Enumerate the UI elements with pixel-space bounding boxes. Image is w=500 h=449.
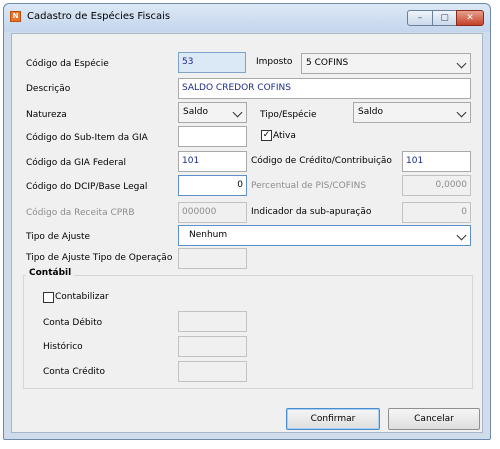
descricao-field[interactable]: SALDO CREDOR COFINS bbox=[178, 78, 471, 99]
close-button[interactable]: ✕ bbox=[456, 10, 484, 26]
chevron-down-icon bbox=[456, 230, 467, 241]
percentual-label: Percentual de PIS/COFINS bbox=[251, 181, 367, 191]
window-title: Cadastro de Espécies Fiscais bbox=[27, 11, 171, 22]
historico-label: Histórico bbox=[43, 342, 83, 352]
gia-federal-label: Código da GIA Federal bbox=[26, 158, 127, 168]
conta-debito-field[interactable] bbox=[178, 311, 247, 332]
cancel-button[interactable]: Cancelar bbox=[388, 408, 480, 430]
codigo-especie-label: Código da Espécie bbox=[26, 59, 109, 69]
tipo-ajuste-operacao-field[interactable] bbox=[178, 248, 247, 269]
natureza-label: Natureza bbox=[26, 110, 67, 120]
conta-credito-field[interactable] bbox=[178, 361, 247, 382]
minimize-button[interactable]: – bbox=[407, 10, 433, 26]
natureza-value: Saldo bbox=[183, 107, 208, 117]
maximize-button[interactable]: ▢ bbox=[432, 10, 457, 26]
gia-federal-field[interactable]: 101 bbox=[178, 151, 247, 172]
imposto-select[interactable]: 5 COFINS bbox=[301, 53, 471, 74]
dcip-label: Código do DCIP/Base Legal bbox=[26, 182, 148, 192]
historico-field[interactable] bbox=[178, 336, 247, 357]
sub-item-gia-field[interactable] bbox=[178, 126, 247, 147]
dialog-window: N Cadastro de Espécies Fiscais – ▢ ✕ Cód… bbox=[3, 3, 491, 440]
ativa-checkbox[interactable]: ✓ bbox=[261, 130, 272, 141]
contabilizar-checkbox[interactable] bbox=[43, 292, 54, 303]
imposto-value: 5 COFINS bbox=[306, 58, 349, 68]
natureza-select[interactable]: Saldo bbox=[178, 102, 247, 123]
credito-contribuicao-field[interactable]: 101 bbox=[402, 151, 471, 172]
sub-apuracao-field[interactable]: 0 bbox=[402, 202, 471, 223]
app-icon: N bbox=[10, 11, 21, 22]
checkmark-icon: ✓ bbox=[262, 130, 271, 140]
confirm-button[interactable]: Confirmar bbox=[286, 408, 380, 430]
credito-contribuicao-label: Código de Crédito/Contribuição bbox=[251, 156, 392, 166]
close-icon: ✕ bbox=[466, 13, 474, 23]
dcip-field[interactable]: 0 bbox=[178, 175, 247, 196]
receita-cprb-label: Código da Receita CPRB bbox=[26, 208, 135, 218]
imposto-label: Imposto bbox=[256, 57, 293, 67]
tipo-especie-select[interactable]: Saldo bbox=[353, 102, 471, 123]
chevron-down-icon bbox=[456, 58, 467, 69]
tipo-especie-value: Saldo bbox=[358, 107, 383, 117]
tipo-ajuste-operacao-label: Tipo de Ajuste Tipo de Operação bbox=[26, 253, 173, 263]
tipo-ajuste-label: Tipo de Ajuste bbox=[26, 232, 91, 242]
codigo-especie-field[interactable]: 53 bbox=[178, 52, 246, 73]
sub-apuracao-label: Indicador da sub-apuração bbox=[251, 207, 372, 217]
tipo-ajuste-select[interactable]: Nenhum bbox=[178, 225, 471, 246]
maximize-icon: ▢ bbox=[440, 13, 449, 23]
receita-cprb-field[interactable]: 000000 bbox=[178, 202, 247, 223]
sub-item-gia-label: Código do Sub-Item da GIA bbox=[26, 133, 148, 143]
form-panel: Código da Espécie 53 Imposto 5 COFINS De… bbox=[11, 33, 483, 433]
descricao-label: Descrição bbox=[26, 84, 71, 94]
contabilizar-label: Contabilizar bbox=[55, 292, 109, 302]
title-bar[interactable]: N Cadastro de Espécies Fiscais – ▢ ✕ bbox=[4, 4, 490, 32]
chevron-down-icon bbox=[232, 107, 243, 118]
conta-credito-label: Conta Crédito bbox=[43, 367, 105, 377]
tipo-especie-label: Tipo/Espécie bbox=[260, 110, 317, 120]
conta-debito-label: Conta Débito bbox=[43, 318, 103, 328]
contabil-title: Contábil bbox=[26, 268, 75, 278]
percentual-field[interactable]: 0,0000 bbox=[402, 175, 471, 196]
ativa-label: Ativa bbox=[273, 131, 296, 141]
minimize-icon: – bbox=[417, 13, 423, 23]
tipo-ajuste-value: Nenhum bbox=[189, 230, 228, 240]
chevron-down-icon bbox=[456, 107, 467, 118]
